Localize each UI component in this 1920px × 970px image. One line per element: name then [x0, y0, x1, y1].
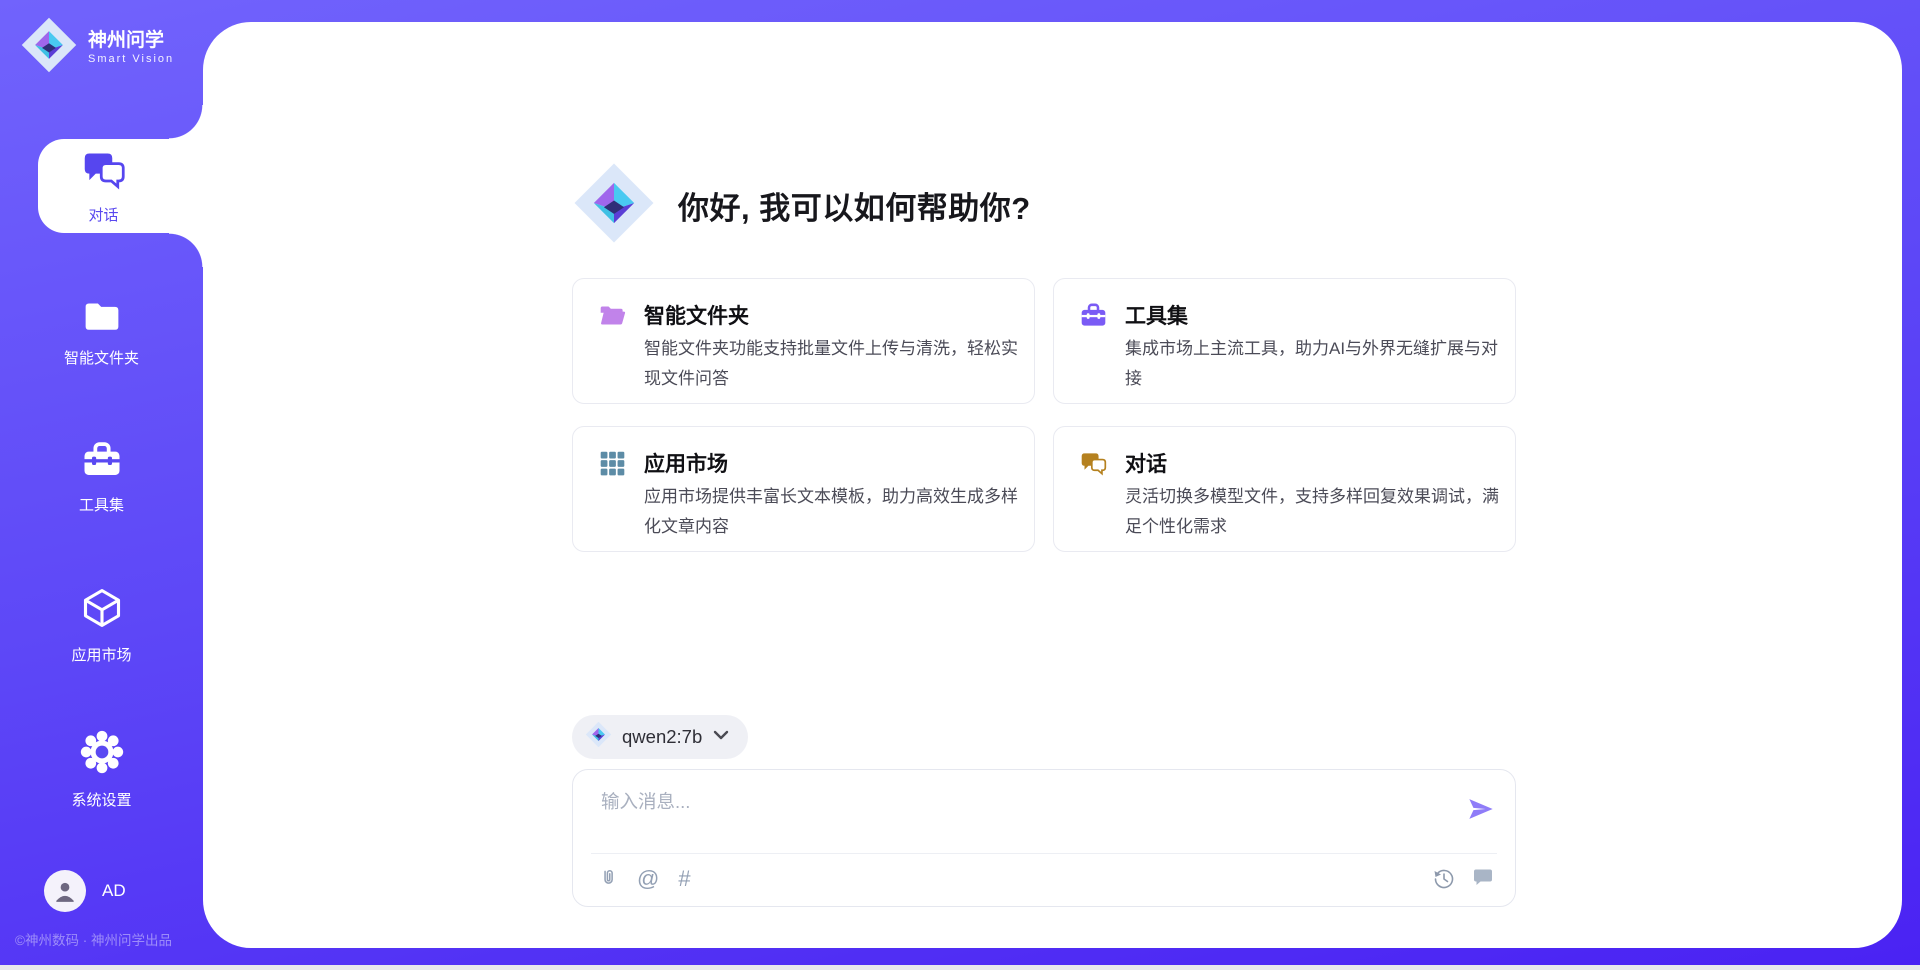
diamond-logo-icon: [585, 721, 612, 753]
feature-card-app-market[interactable]: 应用市场 应用市场提供丰富长文本模板，助力高效生成多样化文章内容: [572, 426, 1035, 552]
model-name: qwen2:7b: [622, 726, 702, 748]
app-subtitle: Smart Vision: [88, 52, 174, 66]
chevron-down-icon: [712, 728, 730, 747]
sidebar-item-label: 智能文件夹: [64, 347, 139, 368]
card-description: 灵活切换多模型文件，支持多样回复效果调试，满足个性化需求: [1125, 482, 1499, 542]
folder-open-icon: [599, 302, 626, 329]
sidebar-item-settings[interactable]: 系统设置: [0, 729, 203, 810]
card-description: 应用市场提供丰富长文本模板，助力高效生成多样化文章内容: [644, 482, 1018, 542]
feature-cards: 智能文件夹 智能文件夹功能支持批量文件上传与清洗，轻松实现文件问答 工具: [572, 278, 1516, 552]
send-button[interactable]: [1467, 795, 1495, 823]
greeting: 你好, 我可以如何帮助你?: [572, 161, 1031, 250]
sidebar-item-label: 应用市场: [71, 644, 131, 665]
sidebar-item-chat[interactable]: 对话: [38, 139, 203, 233]
folder-icon: [82, 297, 122, 338]
app-name: 神州问学: [88, 30, 174, 52]
quick-reply-icon[interactable]: [1471, 867, 1495, 891]
composer-divider: [591, 853, 1497, 854]
card-title: 对话: [1125, 448, 1167, 478]
chat-icon: [1080, 450, 1107, 477]
mention-icon[interactable]: @: [637, 866, 659, 892]
composer: @ #: [572, 769, 1516, 907]
cube-icon: [80, 586, 124, 635]
sidebar-item-app-market[interactable]: 应用市场: [0, 586, 203, 665]
chat-icon: [82, 148, 126, 197]
card-description: 智能文件夹功能支持批量文件上传与清洗，轻松实现文件问答: [644, 334, 1018, 394]
sidebar-item-label: 系统设置: [71, 789, 131, 810]
user-name: AD: [102, 881, 126, 901]
send-icon: [1467, 811, 1495, 826]
window-bottom-scrollbar[interactable]: [0, 965, 1920, 970]
message-input[interactable]: [599, 786, 1433, 848]
app-logo: 神州问学 Smart Vision: [20, 16, 174, 79]
feature-card-toolset[interactable]: 工具集 集成市场上主流工具，助力AI与外界无缝扩展与对接: [1053, 278, 1516, 404]
paperclip-icon[interactable]: [598, 866, 618, 892]
gear-icon: [79, 729, 125, 780]
history-icon[interactable]: [1432, 867, 1456, 891]
card-title: 工具集: [1125, 300, 1188, 330]
diamond-logo-icon: [20, 16, 78, 79]
sidebar-item-smart-folder[interactable]: 智能文件夹: [0, 297, 203, 368]
model-selector[interactable]: qwen2:7b: [572, 715, 748, 759]
app-window: 神州问学 Smart Vision 对话 智能文件夹: [0, 0, 1920, 970]
sidebar: 神州问学 Smart Vision 对话 智能文件夹: [0, 0, 203, 970]
diamond-logo-icon: [572, 161, 656, 250]
card-title: 智能文件夹: [644, 300, 749, 330]
sidebar-item-toolset[interactable]: 工具集: [0, 440, 203, 515]
composer-toolbar: @ #: [598, 866, 691, 892]
avatar: [44, 870, 86, 912]
main-panel: 你好, 我可以如何帮助你? 智能文件夹 智能文件夹功能支持批量文件上传与清洗，轻…: [203, 22, 1902, 948]
toolbox-icon: [82, 440, 122, 485]
composer-right-toolbar: [1432, 867, 1495, 891]
feature-card-smart-folder[interactable]: 智能文件夹 智能文件夹功能支持批量文件上传与清洗，轻松实现文件问答: [572, 278, 1035, 404]
sidebar-item-label: 工具集: [79, 494, 124, 515]
greeting-text: 你好, 我可以如何帮助你?: [678, 183, 1031, 228]
toolbox-icon: [1080, 302, 1107, 329]
user-profile[interactable]: AD: [44, 870, 126, 912]
feature-card-chat[interactable]: 对话 灵活切换多模型文件，支持多样回复效果调试，满足个性化需求: [1053, 426, 1516, 552]
hashtag-icon[interactable]: #: [678, 866, 690, 892]
card-description: 集成市场上主流工具，助力AI与外界无缝扩展与对接: [1125, 334, 1499, 394]
copyright-text: ©神州数码 · 神州问学出品: [15, 929, 205, 949]
card-title: 应用市场: [644, 448, 728, 478]
grid-icon: [599, 450, 626, 477]
sidebar-item-label: 对话: [88, 204, 118, 225]
